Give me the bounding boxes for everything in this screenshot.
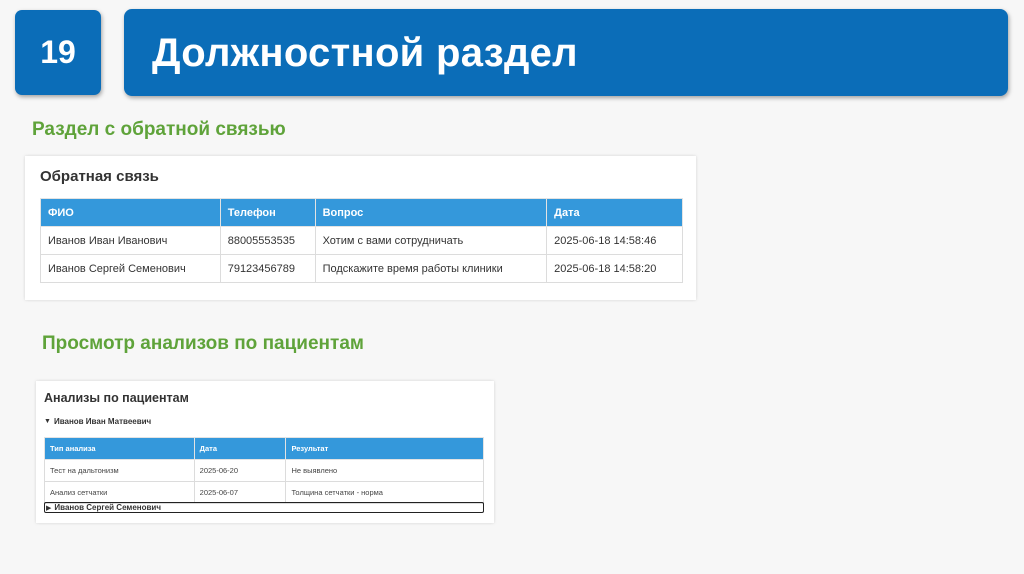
table-row: Тест на дальтонизм 2025-06-20 Не выявлен… — [44, 459, 484, 482]
slide-title: Должностной раздел — [152, 31, 578, 75]
feedback-table: ФИО Телефон Вопрос Дата Иванов Иван Иван… — [40, 198, 683, 283]
cell-analysis-type: Анализ сетчатки — [44, 481, 195, 504]
column-header-question: Вопрос — [314, 198, 548, 227]
column-header-date: Дата — [546, 198, 683, 227]
patient-toggle-expanded[interactable]: ▼ Иванов Иван Матвеевич — [44, 417, 151, 426]
title-bar: Должностной раздел — [124, 9, 1008, 96]
cell-date: 2025-06-07 — [193, 481, 287, 504]
table-row: Иванов Сергей Семенович 79123456789 Подс… — [40, 254, 683, 283]
patient-name: Иванов Сергей Семенович — [54, 503, 161, 512]
analysis-panel: Анализы по пациентам ▼ Иванов Иван Матве… — [36, 381, 494, 523]
cell-date: 2025-06-18 14:58:46 — [546, 226, 683, 255]
feedback-panel: Обратная связь ФИО Телефон Вопрос Дата И… — [25, 156, 696, 300]
table-row: Анализ сетчатки 2025-06-07 Толщина сетча… — [44, 481, 484, 504]
section-heading-analysis: Просмотр анализов по пациентам — [42, 333, 364, 354]
triangle-down-icon: ▼ — [44, 418, 51, 425]
analysis-table: Тип анализа Дата Результат Тест на дальт… — [44, 437, 484, 504]
cell-result: Не выявлено — [285, 459, 484, 482]
cell-name: Иванов Сергей Семенович — [40, 254, 221, 283]
patient-toggle-collapsed[interactable]: ▶ Иванов Сергей Семенович — [44, 502, 484, 513]
feedback-title: Обратная связь — [40, 168, 159, 185]
table-header-row: Тип анализа Дата Результат — [44, 437, 484, 460]
cell-phone: 88005553535 — [219, 226, 316, 255]
column-header-date: Дата — [193, 437, 287, 460]
triangle-right-icon: ▶ — [46, 504, 52, 512]
patient-name: Иванов Иван Матвеевич — [53, 417, 152, 426]
section-heading-feedback: Раздел с обратной связью — [32, 119, 286, 140]
table-row: Иванов Иван Иванович 88005553535 Хотим с… — [40, 226, 683, 255]
cell-question: Подскажите время работы клиники — [314, 254, 548, 283]
cell-date: 2025-06-20 — [193, 459, 287, 482]
column-header-analysis-type: Тип анализа — [44, 437, 195, 460]
cell-phone: 79123456789 — [219, 254, 316, 283]
cell-question: Хотим с вами сотрудничать — [314, 226, 548, 255]
cell-date: 2025-06-18 14:58:20 — [546, 254, 683, 283]
analysis-title: Анализы по пациентам — [44, 391, 189, 405]
slide-number: 19 — [15, 10, 101, 95]
column-header-phone: Телефон — [219, 198, 316, 227]
table-header-row: ФИО Телефон Вопрос Дата — [40, 198, 683, 227]
cell-result: Толщина сетчатки - норма — [285, 481, 484, 504]
cell-analysis-type: Тест на дальтонизм — [44, 459, 195, 482]
cell-name: Иванов Иван Иванович — [40, 226, 221, 255]
column-header-result: Результат — [285, 437, 484, 460]
column-header-name: ФИО — [40, 198, 221, 227]
